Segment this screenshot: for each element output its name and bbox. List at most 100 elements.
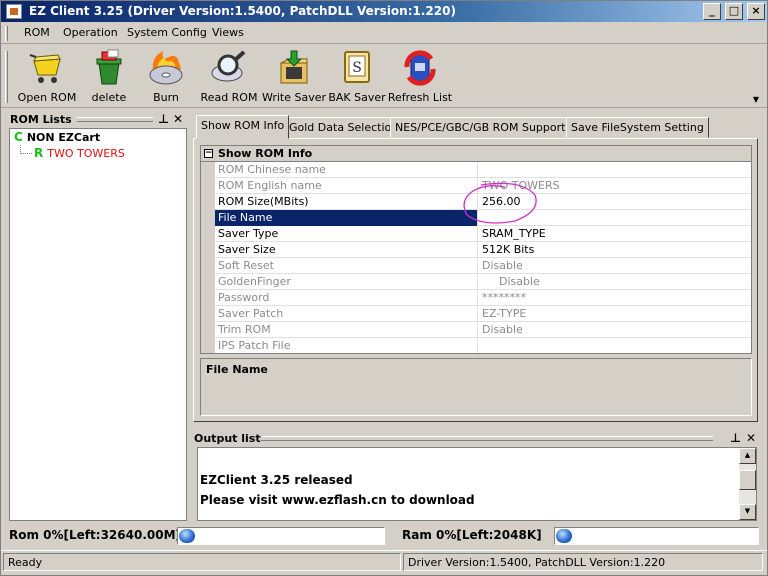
grid-row[interactable]: ROM Chinese name <box>201 162 751 178</box>
prop-value[interactable]: Disable <box>479 322 751 338</box>
menu-views[interactable]: Views <box>212 26 244 39</box>
scroll-thumb[interactable] <box>739 470 756 490</box>
save-s-icon: S <box>344 51 370 83</box>
tree-label: TWO TOWERS <box>47 147 125 160</box>
menu-system-config[interactable]: System Config <box>127 26 207 39</box>
rom-lists-title: ROM Lists <box>10 113 72 126</box>
rom-progress-bar <box>177 527 385 545</box>
pin-icon[interactable]: ⊥ <box>158 112 169 126</box>
menu-rom[interactable]: ROM <box>24 26 50 39</box>
grid-row[interactable]: Trim ROM Disable <box>201 322 751 338</box>
burn-disc-icon <box>149 51 183 85</box>
tree-item-non-ezcart[interactable]: C NON EZCart <box>14 130 100 144</box>
status-bar: Ready Driver Version:1.5400, PatchDLL Ve… <box>1 550 767 572</box>
open-rom-button[interactable]: Open ROM <box>15 47 79 105</box>
grid-row[interactable]: Saver Type SRAM_TYPE <box>201 226 751 242</box>
burn-label: Burn <box>153 91 179 104</box>
window-title: EZ Client 3.25 (Driver Version:1.5400, P… <box>29 4 456 18</box>
refresh-list-label: Refresh List <box>387 91 453 104</box>
magnifier-icon <box>211 50 246 82</box>
grid-row[interactable]: Password ******** <box>201 290 751 306</box>
burn-button[interactable]: Burn <box>139 47 193 105</box>
annotation-circle <box>463 182 537 224</box>
scroll-up-icon[interactable]: ▲ <box>739 448 756 464</box>
prop-name: IPS Patch File <box>215 338 478 353</box>
bak-saver-button[interactable]: S BAK Saver <box>327 47 387 105</box>
tab-gold-data-selection[interactable]: Gold Data Selection <box>284 117 404 138</box>
rom-progress-label: Rom 0%[Left:32640.00M] <box>9 528 181 542</box>
prop-value[interactable]: 512K Bits <box>479 242 751 258</box>
prop-name: Saver Patch <box>215 306 478 322</box>
prop-value[interactable]: SRAM_TYPE <box>479 226 751 242</box>
tree-connector <box>20 145 32 154</box>
svg-text:S: S <box>352 60 362 76</box>
cart-icon <box>29 54 61 83</box>
grid-row[interactable]: Soft Reset Disable <box>201 258 751 274</box>
prop-value[interactable]: Disable <box>479 274 751 290</box>
output-line: Please visit www.ezflash.cn to download <box>200 493 475 507</box>
close-icon[interactable]: ✕ <box>746 431 756 445</box>
bak-saver-label: BAK Saver <box>328 91 386 104</box>
output-line: EZClient 3.25 released <box>200 473 353 487</box>
minimize-button[interactable]: _ <box>703 3 721 20</box>
tree-letter-r: R <box>34 146 44 160</box>
pane-grip <box>77 117 153 122</box>
refresh-list-button[interactable]: Refresh List <box>387 47 453 105</box>
grid-row[interactable]: GoldenFinger Disable <box>201 274 751 290</box>
rom-list-tree[interactable]: C NON EZCart R TWO TOWERS <box>9 128 187 521</box>
tab-nes-rom-support[interactable]: NES/PCE/GBC/GB ROM Support <box>390 117 571 138</box>
prop-name: GoldenFinger <box>215 274 478 290</box>
ram-progress-indicator <box>556 529 572 543</box>
menu-grip[interactable] <box>5 26 8 41</box>
prop-name: File Name <box>215 210 478 226</box>
output-list[interactable]: EZClient 3.25 released Please visit www.… <box>197 447 757 521</box>
rom-info-grid[interactable]: − Show ROM Info ROM Chinese name ROM Eng… <box>200 145 752 354</box>
prop-value[interactable]: ******** <box>479 290 751 306</box>
write-saver-button[interactable]: Write Saver <box>261 47 327 105</box>
prop-value[interactable] <box>479 338 751 353</box>
maximize-button[interactable]: □ <box>725 3 743 20</box>
prop-name: Trim ROM <box>215 322 478 338</box>
output-scrollbar[interactable]: ▲ ▼ <box>739 448 756 520</box>
tree-item-two-towers[interactable]: R TWO TOWERS <box>34 146 125 160</box>
write-saver-label: Write Saver <box>261 91 327 104</box>
prop-name: Saver Type <box>215 226 478 242</box>
close-button[interactable]: × <box>747 3 765 20</box>
write-folder-icon <box>280 50 308 84</box>
status-ready: Ready <box>3 553 401 571</box>
grid-category-title: Show ROM Info <box>218 147 313 160</box>
open-rom-label: Open ROM <box>17 91 77 104</box>
app-icon <box>6 4 22 19</box>
grid-row[interactable]: IPS Patch File <box>201 338 751 353</box>
grid-row[interactable]: Saver Patch EZ-TYPE <box>201 306 751 322</box>
tab-show-rom-info[interactable]: Show ROM Info <box>196 115 290 139</box>
tree-letter-c: C <box>14 130 23 144</box>
prop-value <box>479 162 751 178</box>
rom-lists-header: ROM Lists ⊥ ✕ <box>7 111 189 129</box>
prop-name: ROM English name <box>215 178 478 194</box>
title-bar[interactable]: EZ Client 3.25 (Driver Version:1.5400, P… <box>1 1 767 22</box>
prop-value[interactable]: EZ-TYPE <box>479 306 751 322</box>
collapse-icon[interactable]: − <box>204 149 213 158</box>
tab-save-filesystem-setting[interactable]: Save FileSystem Setting <box>566 117 709 138</box>
toolbar-overflow-icon[interactable]: ▼ <box>753 95 759 104</box>
read-rom-button[interactable]: Read ROM <box>197 47 261 105</box>
grid-row[interactable]: Saver Size 512K Bits <box>201 242 751 258</box>
menu-bar: ROM Operation System Config Views <box>1 22 767 44</box>
delete-label: delete <box>91 91 127 104</box>
prop-value[interactable]: Disable <box>479 258 751 274</box>
prop-name: ROM Size(MBits) <box>215 194 478 210</box>
status-driver-version: Driver Version:1.5400, PatchDLL Version:… <box>403 553 763 571</box>
menu-operation[interactable]: Operation <box>63 26 118 39</box>
prop-name: ROM Chinese name <box>215 162 478 178</box>
toolbar-grip[interactable] <box>5 51 8 103</box>
output-list-title: Output list <box>194 432 261 445</box>
read-rom-label: Read ROM <box>200 91 258 104</box>
delete-button[interactable]: delete <box>79 47 139 105</box>
scroll-down-icon[interactable]: ▼ <box>739 504 756 520</box>
toolbar: Open ROM delete Burn Read ROM Write Save… <box>1 45 767 108</box>
grid-category-header[interactable]: − Show ROM Info <box>201 146 751 162</box>
output-list-header: Output list ⊥ ✕ <box>191 430 759 448</box>
close-icon[interactable]: ✕ <box>173 112 183 126</box>
pin-icon[interactable]: ⊥ <box>730 431 741 445</box>
